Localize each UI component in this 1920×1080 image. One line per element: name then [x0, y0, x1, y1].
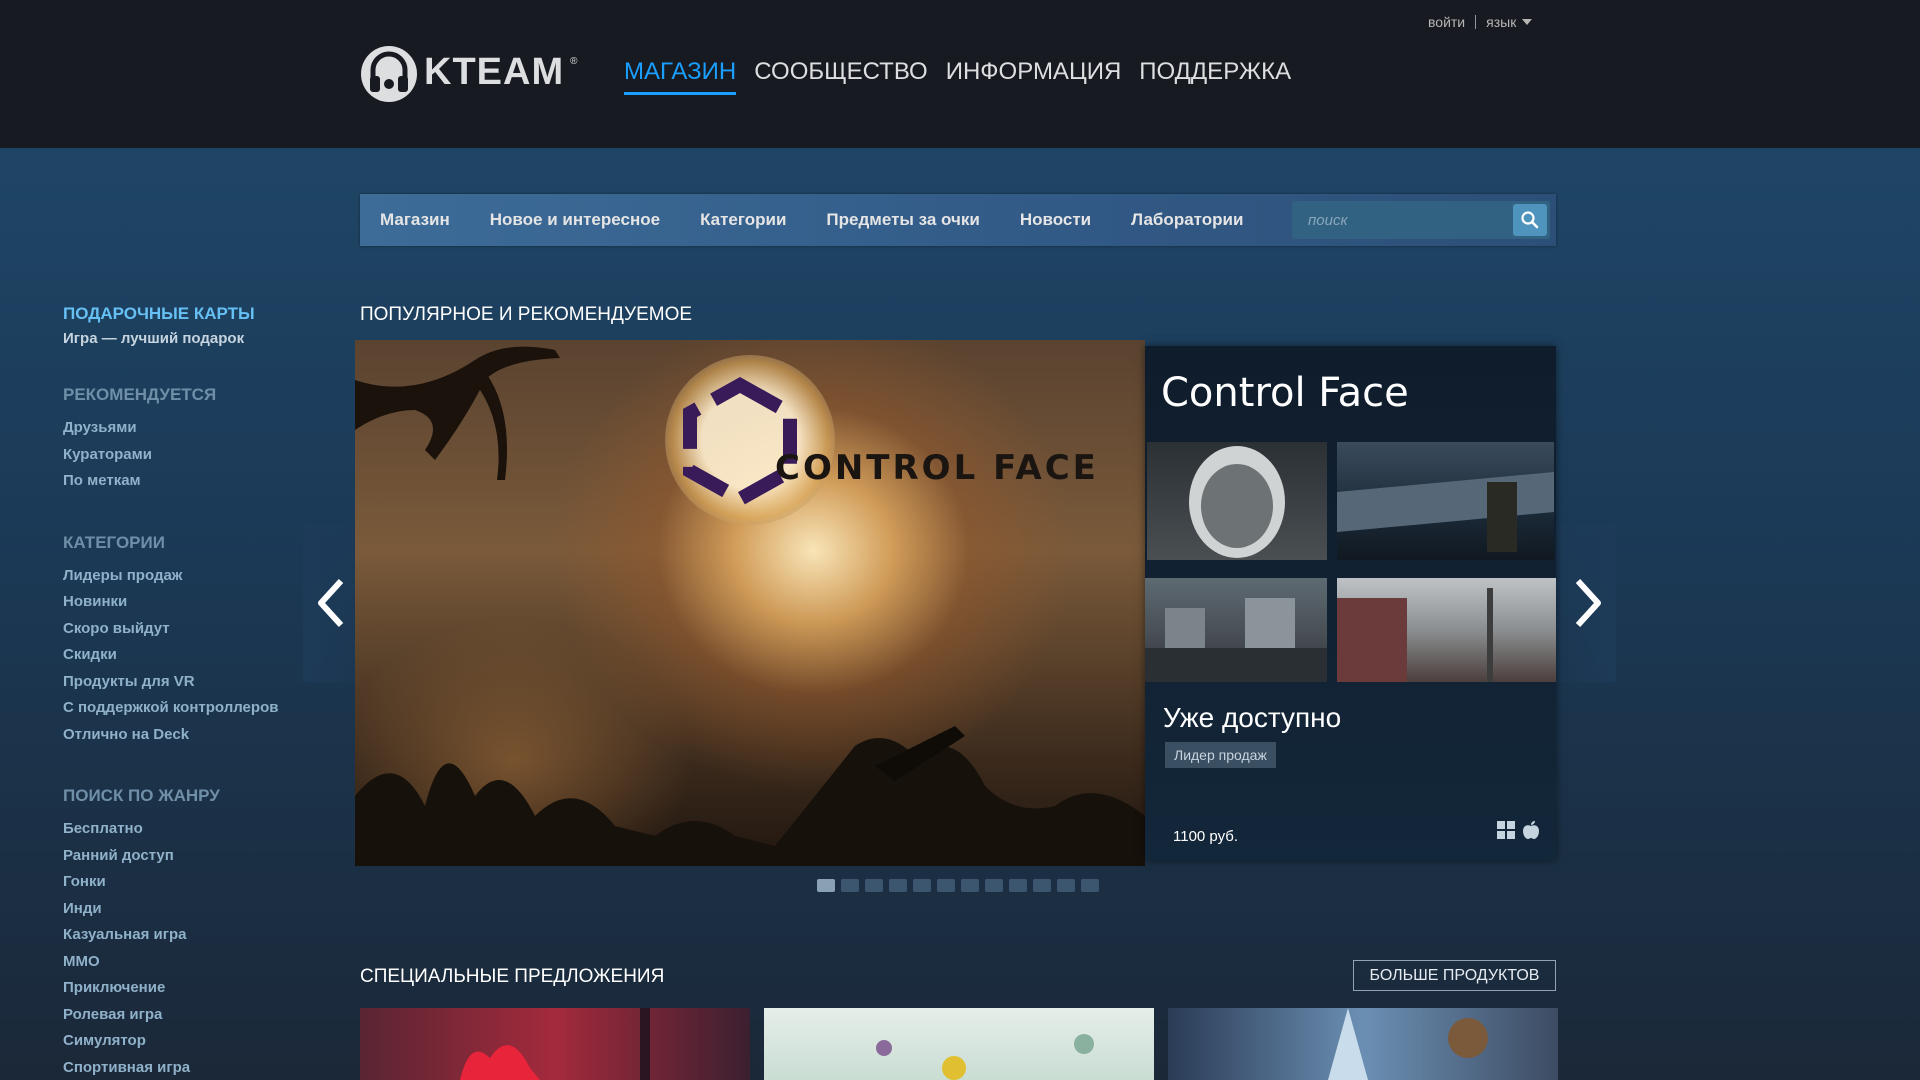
- search-input[interactable]: [1292, 201, 1513, 239]
- sidebar-link[interactable]: Скидки: [63, 642, 313, 669]
- sidebar-link[interactable]: Ранний доступ: [63, 843, 313, 870]
- branch-silhouette: [355, 346, 560, 480]
- top-seller-tag: Лидер продаж: [1165, 742, 1276, 768]
- chevron-right-icon: [1575, 578, 1601, 628]
- genre-heading: ПОИСК ПО ЖАНРУ: [63, 786, 220, 805]
- featured-capsule-image[interactable]: CONTROL FACE: [355, 340, 1145, 866]
- more-products-button[interactable]: БОЛЬШЕ ПРОДУКТОВ: [1353, 960, 1556, 991]
- headphones-logo-icon: [360, 40, 418, 104]
- account-area: войти язык: [1428, 14, 1533, 30]
- gift-cards-subtitle[interactable]: Игра — лучший подарок: [63, 330, 313, 347]
- screenshot-thumbnail[interactable]: [1337, 578, 1556, 682]
- windows-icon: [1497, 821, 1515, 839]
- nav-store[interactable]: МАГАЗИН: [624, 58, 737, 95]
- sidebar-link[interactable]: Новинки: [63, 589, 313, 616]
- gift-cards-link[interactable]: ПОДАРОЧНЫЕ КАРТЫ: [63, 304, 313, 324]
- carousel-dot[interactable]: [1057, 879, 1075, 892]
- registered-mark: ®: [570, 56, 578, 67]
- carousel-dot[interactable]: [889, 879, 907, 892]
- sidebar-link[interactable]: Инди: [63, 896, 313, 923]
- soldier-silhouette: [355, 726, 1145, 866]
- site-logo[interactable]: KTEAM ®: [360, 40, 577, 104]
- chevron-left-icon: [318, 578, 344, 628]
- game-logo-text: CONTROL FACE: [775, 448, 1099, 488]
- specials-section-title: СПЕЦИАЛЬНЫЕ ПРЕДЛОЖЕНИЯ: [360, 966, 665, 987]
- carousel-pagination: [817, 879, 1099, 892]
- sidebar-link[interactable]: Лидеры продаж: [63, 563, 313, 590]
- tab-categories[interactable]: Категории: [680, 194, 806, 246]
- screenshot-thumbnail[interactable]: [1145, 578, 1327, 682]
- tab-labs[interactable]: Лаборатории: [1111, 194, 1263, 246]
- sidebar-link[interactable]: Гонки: [63, 869, 313, 896]
- global-header: войти язык KTEAM ® МАГАЗИН СООБЩЕСТВО ИН…: [0, 0, 1920, 148]
- screenshot-thumbnail[interactable]: [1337, 442, 1554, 560]
- nav-about[interactable]: ИНФОРМАЦИЯ: [946, 58, 1122, 95]
- game-title[interactable]: Control Face: [1161, 370, 1409, 416]
- sidebar-link[interactable]: Спортивная игра: [63, 1055, 313, 1080]
- game-price: 1100 руб.: [1173, 828, 1239, 845]
- language-dropdown[interactable]: язык: [1486, 14, 1533, 30]
- categories-heading: КАТЕГОРИИ: [63, 532, 165, 552]
- search-button[interactable]: [1513, 204, 1547, 236]
- store-nav: Магазин Новое и интересное Категории Пре…: [360, 194, 1556, 246]
- sidebar-link[interactable]: Ролевая игра: [63, 1002, 313, 1029]
- search-box: [1292, 201, 1550, 239]
- tab-new-noteworthy[interactable]: Новое и интересное: [470, 194, 680, 246]
- carousel-dot[interactable]: [961, 879, 979, 892]
- carousel-dot[interactable]: [1081, 879, 1099, 892]
- sidebar-link[interactable]: Казуальная игра: [63, 922, 313, 949]
- tab-store[interactable]: Магазин: [360, 194, 470, 246]
- carousel-dot[interactable]: [817, 879, 835, 892]
- search-icon: [1521, 211, 1539, 229]
- chevron-down-icon: [1522, 19, 1533, 25]
- sidebar-link[interactable]: Приключение: [63, 975, 313, 1002]
- nav-community[interactable]: СООБЩЕСТВО: [754, 58, 927, 95]
- carousel-dot[interactable]: [841, 879, 859, 892]
- sidebar-link[interactable]: Кураторами: [63, 442, 313, 469]
- apple-icon: [1523, 821, 1539, 839]
- sidebar-link[interactable]: Продукты для VR: [63, 669, 313, 696]
- sidebar-link[interactable]: Друзьями: [63, 415, 313, 442]
- release-status: Уже доступно: [1163, 702, 1342, 733]
- carousel-dot[interactable]: [865, 879, 883, 892]
- login-link[interactable]: войти: [1428, 14, 1465, 30]
- screenshot-thumbnail[interactable]: [1147, 442, 1327, 560]
- carousel-dot[interactable]: [1009, 879, 1027, 892]
- recommended-heading: РЕКОМЕНДУЕТСЯ: [63, 385, 217, 404]
- carousel-dot[interactable]: [1033, 879, 1051, 892]
- sidebar-link[interactable]: С поддержкой контроллеров: [63, 695, 313, 722]
- featured-info-panel[interactable]: Control Face Уже доступно Лидер продаж 1…: [1145, 346, 1556, 860]
- tab-points-shop[interactable]: Предметы за очки: [806, 194, 999, 246]
- divider: [1475, 15, 1477, 29]
- carousel-prev-button[interactable]: [303, 524, 359, 682]
- language-label: язык: [1486, 14, 1517, 30]
- main-nav: МАГАЗИН СООБЩЕСТВО ИНФОРМАЦИЯ ПОДДЕРЖКА: [624, 58, 1291, 95]
- carousel-dot[interactable]: [913, 879, 931, 892]
- store-sidebar: ПОДАРОЧНЫЕ КАРТЫ Игра — лучший подарок Р…: [63, 304, 313, 1080]
- nav-support[interactable]: ПОДДЕРЖКА: [1139, 58, 1291, 95]
- carousel-next-button[interactable]: [1560, 524, 1616, 682]
- sidebar-link[interactable]: По меткам: [63, 468, 313, 495]
- carousel-dot[interactable]: [937, 879, 955, 892]
- sidebar-link[interactable]: Симулятор: [63, 1028, 313, 1055]
- special-offer-capsule[interactable]: [360, 1008, 750, 1080]
- sidebar-link[interactable]: Бесплатно: [63, 816, 313, 843]
- logo-wordmark: KTEAM: [424, 50, 565, 93]
- platform-icons: [1496, 820, 1540, 840]
- sidebar-link[interactable]: Отлично на Deck: [63, 722, 313, 749]
- carousel-dot[interactable]: [985, 879, 1003, 892]
- sidebar-link[interactable]: Скоро выйдут: [63, 616, 313, 643]
- tab-news[interactable]: Новости: [1000, 194, 1111, 246]
- game-logo: CONTROL FACE: [665, 355, 1099, 525]
- special-offer-capsule[interactable]: [1168, 1008, 1558, 1080]
- special-offer-capsule[interactable]: [764, 1008, 1154, 1080]
- featured-section-title: ПОПУЛЯРНОЕ И РЕКОМЕНДУЕМОЕ: [360, 304, 693, 325]
- sidebar-link[interactable]: MMO: [63, 949, 313, 976]
